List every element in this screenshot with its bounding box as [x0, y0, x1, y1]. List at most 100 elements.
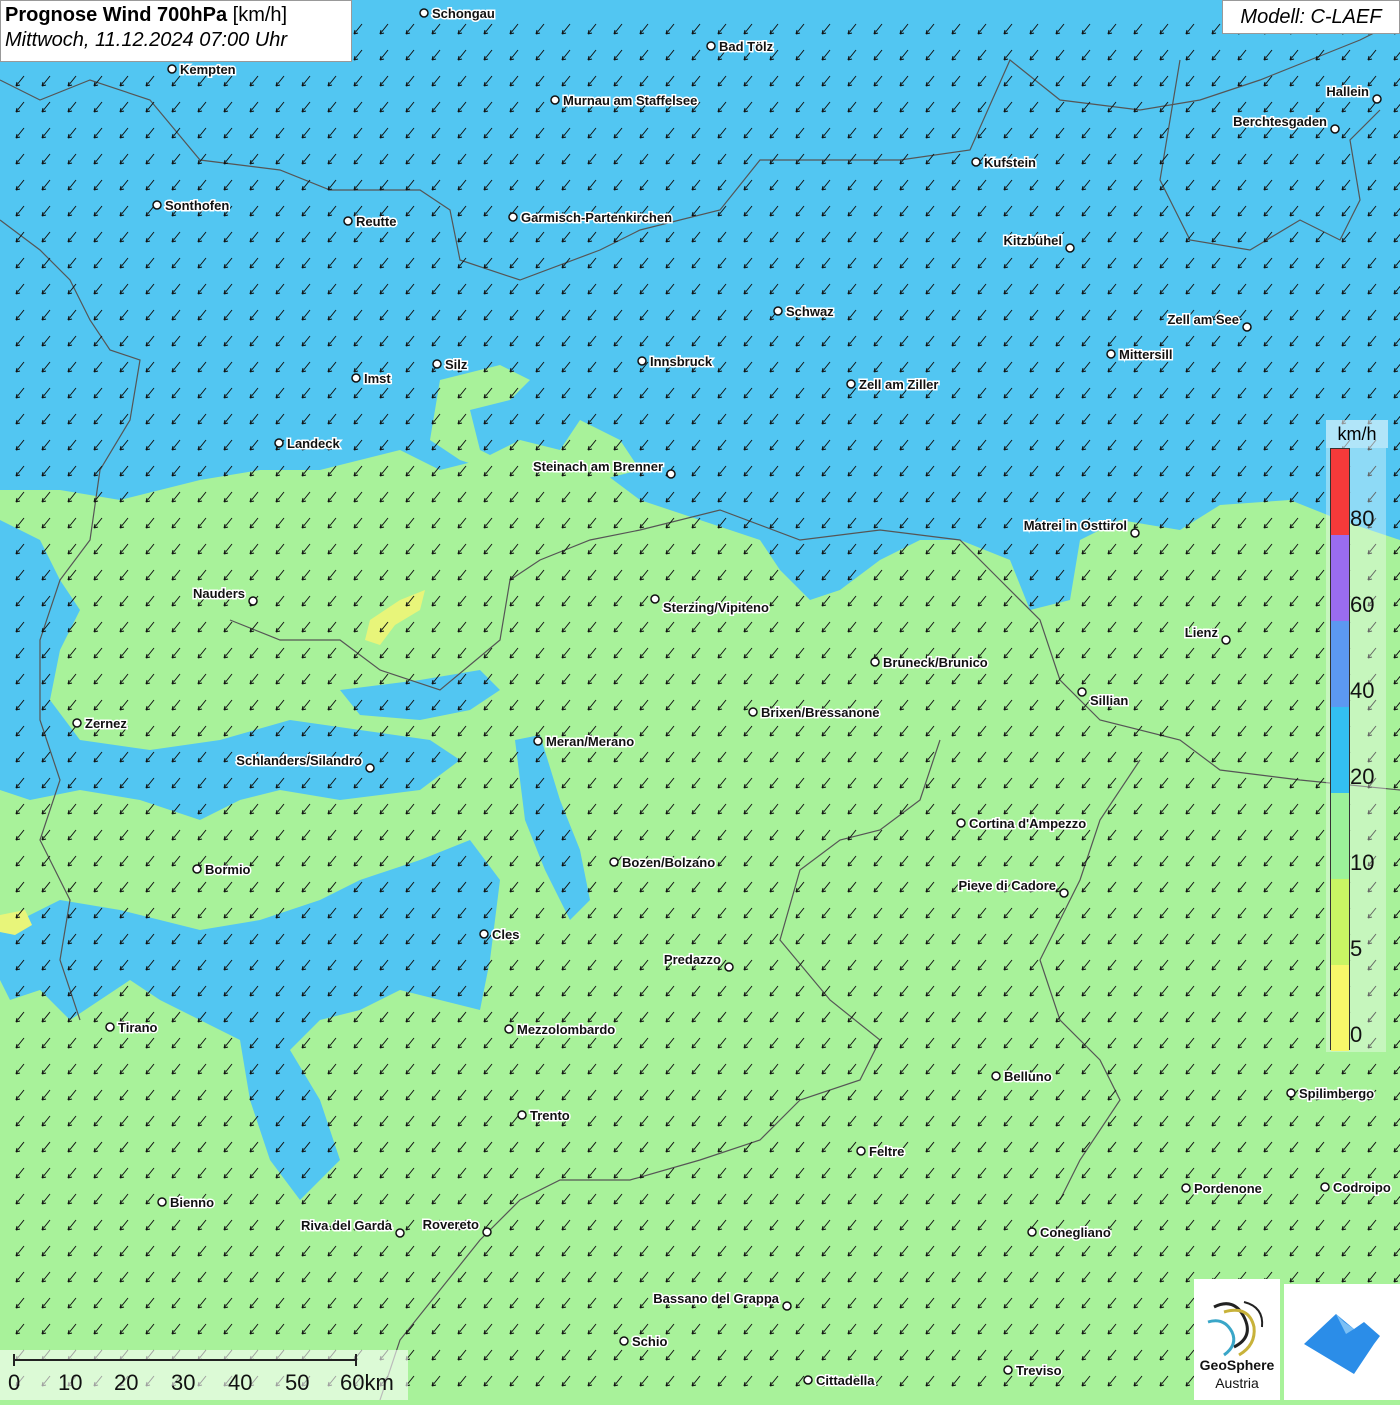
city-label: Meran/Merano	[546, 734, 634, 749]
city-dot	[351, 373, 361, 383]
city-label: Silz	[445, 357, 468, 372]
city-label: Brixen/Bressanone	[761, 705, 880, 720]
city-label: Bormio	[205, 862, 251, 877]
city-label: Schlanders/Silandro	[236, 753, 362, 768]
legend-color-segment	[1331, 965, 1349, 1051]
legend-label: 5	[1350, 936, 1363, 961]
city-dot	[1221, 635, 1231, 645]
city-label: Imst	[364, 371, 391, 386]
geosphere-country: Austria	[1215, 1375, 1259, 1391]
city-label: Schio	[632, 1334, 667, 1349]
geosphere-name: GeoSphere	[1199, 1357, 1275, 1373]
city-marker[interactable]: Meran/Merano	[533, 733, 636, 751]
city-dot	[365, 763, 375, 773]
city-dot	[533, 736, 543, 746]
city-label: Mezzolombardo	[517, 1022, 615, 1037]
city-marker[interactable]: Brixen/Bressanone	[748, 704, 881, 722]
wind-map[interactable]: Schongau Bad Tölz Kempten Murnau am Staffel…	[0, 0, 1400, 1400]
city-dot	[395, 1228, 405, 1238]
city-marker[interactable]: Conegliano	[1027, 1224, 1112, 1242]
city-dot	[72, 718, 82, 728]
geosphere-emblem-icon	[1207, 1301, 1264, 1357]
city-label: Mittersill	[1119, 347, 1172, 362]
legend-color-segment	[1331, 535, 1349, 621]
city-marker[interactable]: Spilimbergo	[1286, 1085, 1376, 1103]
city-label: Reutte	[356, 214, 396, 229]
city-marker[interactable]: Pordenone	[1181, 1180, 1263, 1198]
city-marker[interactable]: Schongau	[419, 5, 496, 23]
city-label: Landeck	[287, 436, 341, 451]
city-label: Murnau am Staffelsee	[563, 93, 697, 108]
title-box: Prognose Wind 700hPa [km/h] Mittwoch, 11…	[0, 0, 352, 62]
city-label: Trento	[530, 1108, 570, 1123]
city-dot	[666, 469, 676, 479]
city-label: Hallein	[1326, 84, 1369, 99]
city-dot	[343, 216, 353, 226]
city-label: Pieve di Cadore	[958, 878, 1056, 893]
scale-label: 30	[171, 1370, 196, 1395]
city-dot	[637, 356, 647, 366]
legend-label: 80	[1350, 506, 1375, 531]
partner-logo[interactable]	[1284, 1284, 1400, 1400]
city-dot	[1059, 888, 1069, 898]
legend-label: 0	[1350, 1022, 1363, 1047]
legend-label: 20	[1350, 764, 1375, 789]
city-label: Riva del Garda	[301, 1218, 393, 1233]
model-label: Modell: C-LAEF	[1222, 0, 1400, 34]
city-dot	[432, 359, 442, 369]
city-label: Lienz	[1185, 625, 1219, 640]
city-marker[interactable]: Sonthofen	[152, 197, 231, 215]
legend-label: 40	[1350, 678, 1375, 703]
legend-color-bar	[1330, 448, 1350, 1051]
city-dot	[773, 306, 783, 316]
city-label: Garmisch-Partenkirchen	[521, 210, 672, 225]
city-label: Codroipo	[1333, 1180, 1391, 1195]
legend-label: 60	[1350, 592, 1375, 617]
city-label: Spilimbergo	[1299, 1086, 1374, 1101]
city-dot	[1130, 528, 1140, 538]
city-dot	[419, 8, 429, 18]
city-label: Pordenone	[1194, 1181, 1262, 1196]
map-title: Prognose Wind 700hPa [km/h]	[5, 4, 347, 27]
city-label: Schwaz	[786, 304, 834, 319]
title-main: Prognose Wind 700hPa	[5, 4, 228, 26]
city-marker[interactable]: Bozen/Bolzano	[609, 854, 717, 872]
city-dot	[274, 438, 284, 448]
city-marker[interactable]: Zell am Ziller	[846, 376, 940, 394]
city-marker[interactable]: Bruneck/Brunico	[870, 654, 989, 672]
city-dot	[1106, 349, 1116, 359]
geosphere-logo[interactable]: GeoSphere Austria	[1194, 1279, 1280, 1400]
city-label: Nauders	[193, 586, 245, 601]
city-marker[interactable]: Mezzolombardo	[504, 1021, 617, 1039]
scale-label: 50	[285, 1370, 310, 1395]
city-label: Treviso	[1016, 1363, 1062, 1378]
city-dot	[782, 1301, 792, 1311]
city-label: Kitzbühel	[1004, 233, 1063, 248]
city-label: Feltre	[869, 1144, 904, 1159]
city-dot	[1065, 243, 1075, 253]
legend-color-segment	[1331, 707, 1349, 793]
legend-color-segment	[1331, 449, 1349, 535]
city-label: Bienno	[170, 1195, 214, 1210]
city-dot	[482, 1227, 492, 1237]
city-dot	[706, 41, 716, 51]
city-dot	[650, 594, 660, 604]
city-marker[interactable]: Innsbruck	[637, 353, 714, 371]
city-dot	[1372, 94, 1382, 104]
legend-color-segment	[1331, 621, 1349, 707]
city-label: Bruneck/Brunico	[883, 655, 988, 670]
city-marker[interactable]: Garmisch-Partenkirchen	[508, 209, 674, 227]
city-label: Cittadella	[816, 1373, 875, 1388]
city-label: Predazzo	[664, 952, 721, 967]
city-label: Sonthofen	[165, 198, 229, 213]
city-dot	[971, 157, 981, 167]
city-label: Innsbruck	[650, 354, 713, 369]
city-marker[interactable]: Murnau am Staffelsee	[550, 92, 699, 110]
city-label: Cles	[492, 927, 519, 942]
city-label: Zell am See	[1167, 312, 1239, 327]
city-label: Kempten	[180, 62, 236, 77]
city-dot	[991, 1071, 1001, 1081]
city-dot	[152, 200, 162, 210]
scale-label: 20	[114, 1370, 139, 1395]
city-marker[interactable]: Cortina d'Ampezzo	[956, 815, 1088, 833]
